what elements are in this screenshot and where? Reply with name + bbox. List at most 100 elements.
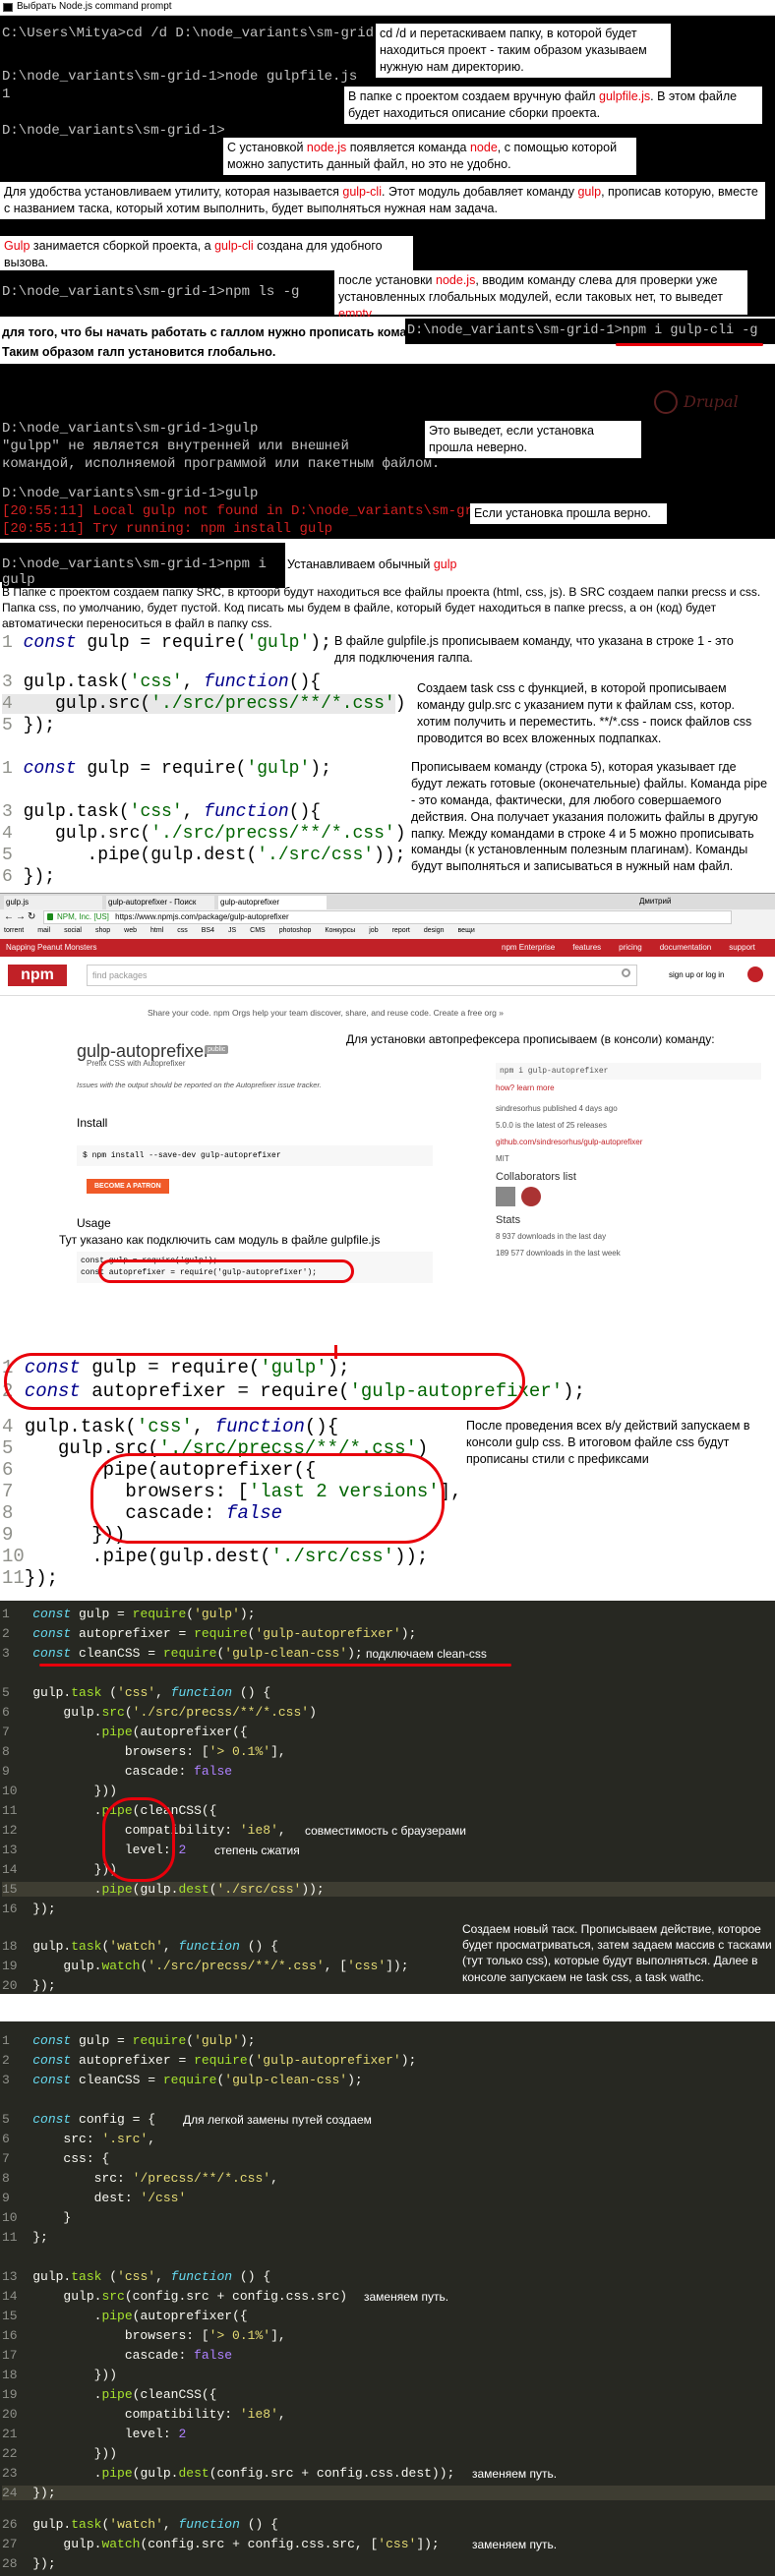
note-src: заменяем путь. <box>364 2290 449 2304</box>
bookmark-item[interactable]: Конкурсы <box>325 927 355 934</box>
intro-text: В Папке с проектом создаем папку SRC, в … <box>2 585 761 631</box>
npm-nav[interactable]: npm Enterprise features pricing documentati… <box>502 943 773 952</box>
browser-toolbar: ← → ↻ NPM, Inc. [US] https://www.npmjs.c… <box>0 909 775 925</box>
watermark-logo: Drupal <box>654 388 762 418</box>
note-gulp-cli: Для удобства установливаем утилиту, кото… <box>0 182 765 219</box>
note-watch-path: заменяем путь. <box>472 2538 558 2551</box>
bookmark-item[interactable]: вещи <box>458 927 475 934</box>
browser-tab[interactable]: gulp-autoprefixer - Поиск <box>106 896 214 909</box>
bookmark-item[interactable]: mail <box>37 927 50 934</box>
bookmark-item[interactable]: design <box>424 927 445 934</box>
code-line: 2 const autoprefixer = require('gulp-aut… <box>2 2053 417 2068</box>
cmd-box-final: D:\node_variants\sm-grid-1>npm i gulp <box>0 543 285 588</box>
underline-mark <box>616 343 763 346</box>
bookmarks-bar: torrent mail social shop web html css BS4 JS CMS p… <box>0 925 775 939</box>
code-line: 27 gulp.watch(config.src + config.css.sr… <box>2 2537 440 2551</box>
code-line: 18 })) <box>2 2368 118 2382</box>
note-node: С установкой node.js появляется команда … <box>223 138 636 175</box>
url-text: https://www.npmjs.com/package/gulp-autop… <box>115 912 289 921</box>
cmd-line-dark: D:\node_variants\sm-grid-1>npm i gulp-cl… <box>405 319 775 344</box>
code-line: 20 }); <box>2 1978 56 1993</box>
code-line: 13 gulp.task ('css', function () { <box>2 2269 271 2284</box>
stat-line: 8 937 downloads in the last day <box>496 1232 607 1241</box>
watermark-text: Drupal <box>684 392 739 411</box>
code-line: 16 }); <box>2 1902 56 1916</box>
cmd-line: [20:55:11] Try running: npm install gulp <box>2 521 333 537</box>
lock-icon <box>47 913 53 920</box>
avatar-icon[interactable] <box>747 966 763 982</box>
bookmark-item[interactable]: social <box>64 927 82 934</box>
code-line: 18 gulp.task('watch', function () { <box>2 1939 278 1954</box>
version-line: 5.0.0 is the latest of 25 releases <box>496 1121 607 1130</box>
code-line: 20 compatibility: 'ie8', <box>2 2407 286 2422</box>
code-line: 17 cascade: false <box>2 2348 233 2363</box>
npm-header: npm find packages sign up or log in <box>0 957 775 996</box>
bookmark-item[interactable]: photoshop <box>279 927 312 934</box>
code-line: 5 }); <box>2 716 56 735</box>
bookmark-item[interactable]: web <box>124 927 137 934</box>
code-line: 14 })) <box>2 1862 118 1877</box>
signup-link[interactable]: sign up or log in <box>669 970 724 979</box>
author-line: sindresorhus published 4 days ago <box>496 1104 618 1113</box>
browser-user[interactable]: Дмитрий <box>639 897 671 906</box>
code-line: 19 gulp.watch('./src/precss/**/*.css', [… <box>2 1959 409 1973</box>
code-line: 10 })) <box>2 1784 118 1798</box>
note-usage: Тут указано как подключить сам модуль в … <box>59 1233 381 1247</box>
search-icon[interactable] <box>622 968 630 977</box>
bookmark-item[interactable]: report <box>392 927 410 934</box>
note-wrong: Это выведет, если установка прошла невер… <box>425 421 641 458</box>
npm-nav-item[interactable]: documentation <box>660 943 711 952</box>
code-line: 9 cascade: false <box>2 1764 233 1779</box>
bookmark-item[interactable]: CMS <box>250 927 266 934</box>
bookmark-item[interactable]: job <box>369 927 378 934</box>
note-compat: совместимость с браузерами <box>305 1824 466 1838</box>
npm-logo[interactable]: npm <box>8 965 67 986</box>
code-line: 11}); <box>2 1567 59 1589</box>
note-gulp-role: Gulp занимается сборкой проекта, а gulp-… <box>0 236 413 273</box>
forward-icon[interactable]: → <box>16 911 26 922</box>
patron-button[interactable]: BECOME A PATRON <box>87 1179 169 1194</box>
bookmark-item[interactable]: BS4 <box>202 927 214 934</box>
npm-nav-item[interactable]: pricing <box>619 943 642 952</box>
code-line: 3 const cleanCSS = require('gulp-clean-c… <box>2 1646 363 1661</box>
sidebar: npm i gulp-autoprefixer how? learn more … <box>496 1063 761 1258</box>
note-gulpfile: В папке с проектом создаем вручную файл … <box>344 87 762 124</box>
code-line: 24 }); <box>2 2486 775 2500</box>
reload-icon[interactable]: ↻ <box>28 911 35 922</box>
bookmark-item[interactable]: html <box>150 927 163 934</box>
annotation-ellipse <box>90 1453 445 1544</box>
bookmark-item[interactable]: torrent <box>4 927 24 934</box>
npm-nav-item[interactable]: npm Enterprise <box>502 943 555 952</box>
bookmark-item[interactable]: css <box>177 927 188 934</box>
avatar[interactable] <box>496 1187 515 1206</box>
code-line: 1 const gulp = require('gulp'); <box>2 633 331 653</box>
cmd-box-ls: D:\node_variants\sm-grid-1>npm ls -g <box>0 270 334 315</box>
address-bar[interactable]: NPM, Inc. [US] https://www.npmjs.com/pac… <box>43 910 732 924</box>
code-line: 8 browsers: ['> 0.1%'], <box>2 1744 286 1759</box>
bookmark-item[interactable]: shop <box>95 927 110 934</box>
public-badge: public <box>205 1045 229 1054</box>
terminal-icon <box>3 3 13 12</box>
how-link[interactable]: how? learn more <box>496 1083 761 1092</box>
arrow-mark <box>334 1345 337 1359</box>
collab-avatars <box>496 1187 761 1208</box>
note-config: Для легкой замены путей создаем <box>183 2113 372 2127</box>
cmd-line: D:\node_variants\sm-grid-1>gulp <box>2 486 259 501</box>
npm-nav-item[interactable]: support <box>729 943 755 952</box>
note-b: Создаем task css с функцией, в которой п… <box>417 680 761 747</box>
cmd-line: D:\node_variants\sm-grid-1>gulp <box>2 421 259 437</box>
note-npm-ls: после установки node.js, вводим команду … <box>334 270 747 321</box>
usage-heading: Usage <box>77 1216 111 1230</box>
cmd-line: "gulpp" не является внутренней или внешн… <box>2 439 349 454</box>
code-line: 1 const gulp = require('gulp'); <box>2 2033 256 2048</box>
npm-nav-item[interactable]: features <box>572 943 601 952</box>
code-line: 19 .pipe(cleanCSS({ <box>2 2387 217 2402</box>
browser-tab[interactable]: gulp.js <box>4 896 102 909</box>
repo-link[interactable]: github.com/sindresorhus/gulp-autoprefixe… <box>496 1138 761 1146</box>
back-icon[interactable]: ← <box>4 911 14 922</box>
avatar[interactable] <box>521 1187 542 1206</box>
bookmark-item[interactable]: JS <box>228 927 236 934</box>
search-input[interactable]: find packages <box>87 965 637 986</box>
code-line: 3 gulp.task('css', function(){ <box>2 673 322 692</box>
browser-tab-active[interactable]: gulp-autoprefixer <box>218 896 327 909</box>
